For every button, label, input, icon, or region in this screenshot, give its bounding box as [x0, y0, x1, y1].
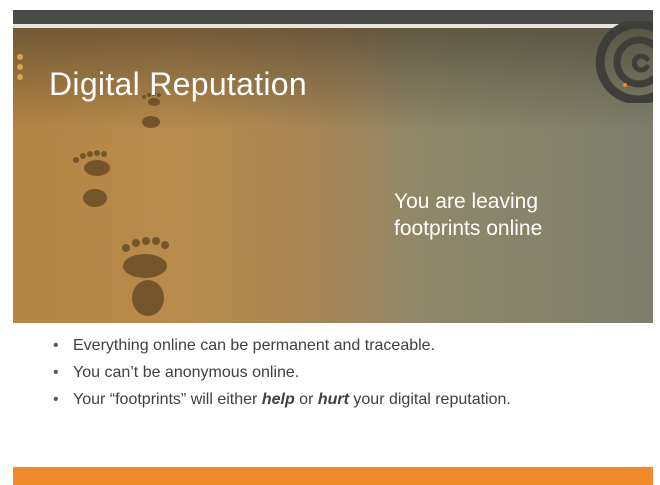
subtitle-line-1: You are leaving [394, 190, 539, 213]
subtitle-line-2: footprints online [394, 217, 543, 240]
decorative-dots-icon [17, 54, 23, 84]
slide-subtitle: You are leaving footprints online [394, 188, 624, 242]
bullet-list: Everything online can be permanent and t… [51, 332, 511, 413]
spiral-logo-icon [595, 21, 653, 103]
bullet-item: You can’t be anonymous online. [51, 359, 511, 386]
slide-title: Digital Reputation [49, 66, 307, 102]
bullet-text: You can’t be anonymous online. [73, 364, 300, 381]
slide: Digital Reputation You are leaving footp… [13, 10, 653, 485]
bullet-emphasis-help: help [261, 391, 295, 408]
bullet-item: Everything online can be permanent and t… [51, 332, 511, 359]
bullet-item: Your “footprints” will either help or hu… [51, 386, 511, 413]
top-band [13, 10, 653, 24]
bullet-text-mid: or [294, 391, 318, 408]
bullet-text-suffix: your digital reputation. [348, 391, 511, 408]
bottom-accent-bar [13, 467, 653, 485]
bullet-text-prefix: Your “footprints” will either [73, 391, 262, 408]
bullet-emphasis-hurt: hurt [317, 391, 349, 408]
bullet-text: Everything online can be permanent and t… [73, 337, 436, 354]
hero-image: Digital Reputation You are leaving footp… [13, 28, 653, 323]
